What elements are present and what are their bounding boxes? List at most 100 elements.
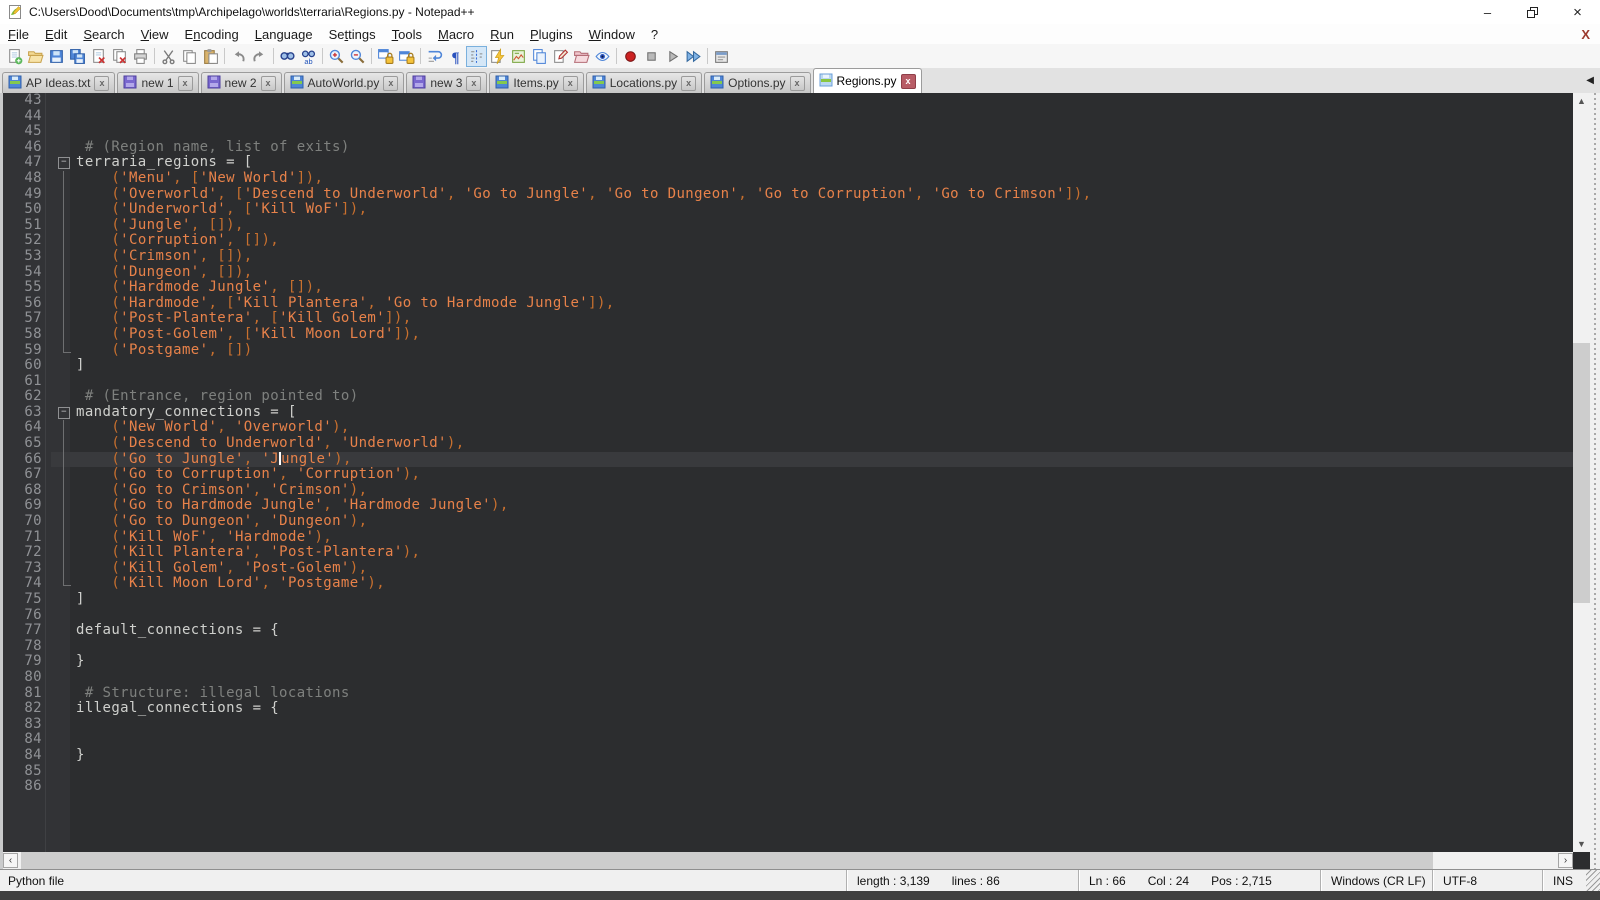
code-line[interactable]: 66 ('Go to Jungle', 'Jungle'), <box>0 452 1573 468</box>
undo-icon[interactable] <box>228 46 249 67</box>
code-line[interactable]: 60] <box>0 358 1573 374</box>
code-line[interactable]: 67 ('Go to Corruption', 'Corruption'), <box>0 467 1573 483</box>
find-icon[interactable] <box>277 46 298 67</box>
tab-close-icon[interactable]: x <box>383 76 398 91</box>
new-file-icon[interactable] <box>4 46 25 67</box>
restore-button[interactable] <box>1510 0 1555 24</box>
fold-collapse-icon[interactable]: − <box>51 155 76 171</box>
fold-collapse-icon[interactable]: − <box>51 405 76 421</box>
tab-ap-ideas-txt[interactable]: AP Ideas.txtx <box>2 72 115 93</box>
minimize-button[interactable]: – <box>1465 0 1510 24</box>
macro-play-icon[interactable] <box>662 46 683 67</box>
macro-run-multiple-icon[interactable] <box>683 46 704 67</box>
tab-new-1[interactable]: new 1x <box>117 72 198 93</box>
close-file-icon[interactable] <box>88 46 109 67</box>
redo-icon[interactable] <box>249 46 270 67</box>
save-all-icon[interactable] <box>67 46 88 67</box>
menu-settings[interactable]: Settings <box>321 26 384 43</box>
code-line[interactable]: 85 <box>0 764 1573 780</box>
code-line[interactable]: 64 ('New World', 'Overworld'), <box>0 420 1573 436</box>
paste-icon[interactable] <box>200 46 221 67</box>
code-line[interactable]: 58 ('Post-Golem', ['Kill Moon Lord']), <box>0 327 1573 343</box>
code-line[interactable]: 79} <box>0 654 1573 670</box>
code-line[interactable]: 65 ('Descend to Underworld', 'Underworld… <box>0 436 1573 452</box>
vertical-scroll-thumb[interactable] <box>1573 343 1590 603</box>
tab-new-2[interactable]: new 2x <box>201 72 282 93</box>
function-completion-icon[interactable] <box>487 46 508 67</box>
tab-locations-py[interactable]: Locations.pyx <box>586 72 702 93</box>
macro-record-icon[interactable] <box>620 46 641 67</box>
code-line[interactable]: 82illegal_connections = { <box>0 701 1573 717</box>
code-line[interactable]: 56 ('Hardmode', ['Kill Plantera', 'Go to… <box>0 296 1573 312</box>
tab-close-icon[interactable]: x <box>261 76 276 91</box>
scroll-left-icon[interactable]: ‹ <box>3 853 18 868</box>
code-line[interactable]: 72 ('Kill Plantera', 'Post-Plantera'), <box>0 545 1573 561</box>
tab-options-py[interactable]: Options.pyx <box>704 72 810 93</box>
code-line[interactable]: 78 <box>0 639 1573 655</box>
tab-items-py[interactable]: Items.pyx <box>489 72 583 93</box>
show-indent-guide-icon[interactable] <box>466 46 487 67</box>
macro-save-icon[interactable] <box>711 46 732 67</box>
code-line[interactable]: 73 ('Kill Golem', 'Post-Golem'), <box>0 561 1573 577</box>
tab-close-icon[interactable]: x <box>790 76 805 91</box>
code-line[interactable]: 74 ('Kill Moon Lord', 'Postgame'), <box>0 576 1573 592</box>
code-line[interactable]: 52 ('Corruption', []), <box>0 233 1573 249</box>
code-line[interactable]: 68 ('Go to Crimson', 'Crimson'), <box>0 483 1573 499</box>
code-line[interactable]: 51 ('Jungle', []), <box>0 218 1573 234</box>
tab-scroll-left-icon[interactable]: ◀ <box>1586 75 1594 86</box>
menu-plugins[interactable]: Plugins <box>522 26 581 43</box>
code-line[interactable]: 62 # (Entrance, region pointed to) <box>0 389 1573 405</box>
code-line[interactable]: 43 <box>0 93 1573 109</box>
zoom-in-icon[interactable] <box>326 46 347 67</box>
menu-window[interactable]: Window <box>581 26 643 43</box>
code-line[interactable]: 76 <box>0 608 1573 624</box>
tab-autoworld-py[interactable]: AutoWorld.pyx <box>284 72 405 93</box>
menu-tools[interactable]: Tools <box>384 26 430 43</box>
cut-icon[interactable] <box>158 46 179 67</box>
menu-search[interactable]: Search <box>75 26 132 43</box>
monitoring-icon[interactable] <box>592 46 613 67</box>
menu-encoding[interactable]: Encoding <box>177 26 247 43</box>
resize-grip[interactable] <box>1586 870 1600 891</box>
word-wrap-icon[interactable] <box>424 46 445 67</box>
tab-close-icon[interactable]: x <box>681 76 696 91</box>
replace-icon[interactable]: ab <box>298 46 319 67</box>
horizontal-scroll-thumb[interactable] <box>21 852 1433 869</box>
code-line[interactable]: 69 ('Go to Hardmode Jungle', 'Hardmode J… <box>0 498 1573 514</box>
menu-file[interactable]: File <box>0 26 37 43</box>
folder-as-workspace-icon[interactable] <box>571 46 592 67</box>
code-line[interactable]: 86 <box>0 779 1573 795</box>
code-line[interactable]: 70 ('Go to Dungeon', 'Dungeon'), <box>0 514 1573 530</box>
code-line[interactable]: 47−terraria_regions = [ <box>0 155 1573 171</box>
code-line[interactable]: 55 ('Hardmode Jungle', []), <box>0 280 1573 296</box>
menu-?[interactable]: ? <box>643 26 666 43</box>
close-all-icon[interactable] <box>109 46 130 67</box>
tab-close-icon[interactable]: x <box>466 76 481 91</box>
copy-icon[interactable] <box>179 46 200 67</box>
show-all-characters-icon[interactable]: ¶ <box>445 46 466 67</box>
code-line[interactable]: 57 ('Post-Plantera', ['Kill Golem']), <box>0 311 1573 327</box>
menu-edit[interactable]: Edit <box>37 26 75 43</box>
print-icon[interactable] <box>130 46 151 67</box>
scroll-down-icon[interactable]: ▼ <box>1573 836 1590 852</box>
code-line[interactable]: 84} <box>0 748 1573 764</box>
menu-language[interactable]: Language <box>247 26 321 43</box>
code-line[interactable]: 84 <box>0 732 1573 748</box>
tab-regions-py[interactable]: Regions.pyx <box>813 68 922 93</box>
code-line[interactable]: 75] <box>0 592 1573 608</box>
scroll-right-icon[interactable]: › <box>1558 853 1573 868</box>
menu-run[interactable]: Run <box>482 26 522 43</box>
tab-close-icon[interactable]: x <box>178 76 193 91</box>
tab-close-icon[interactable]: x <box>901 74 916 89</box>
sync-vertical-scroll-icon[interactable] <box>375 46 396 67</box>
code-line[interactable]: 80 <box>0 670 1573 686</box>
menu-macro[interactable]: Macro <box>430 26 482 43</box>
vertical-scrollbar[interactable]: ▲ ▼ <box>1573 93 1590 852</box>
code-editor[interactable]: 43444546 # (Region name, list of exits)4… <box>0 93 1573 852</box>
code-line[interactable]: 44 <box>0 109 1573 125</box>
code-line[interactable]: 81 # Structure: illegal locations <box>0 686 1573 702</box>
save-file-icon[interactable] <box>46 46 67 67</box>
code-line[interactable]: 45 <box>0 124 1573 140</box>
code-line[interactable]: 54 ('Dungeon', []), <box>0 265 1573 281</box>
document-list-icon[interactable] <box>529 46 550 67</box>
